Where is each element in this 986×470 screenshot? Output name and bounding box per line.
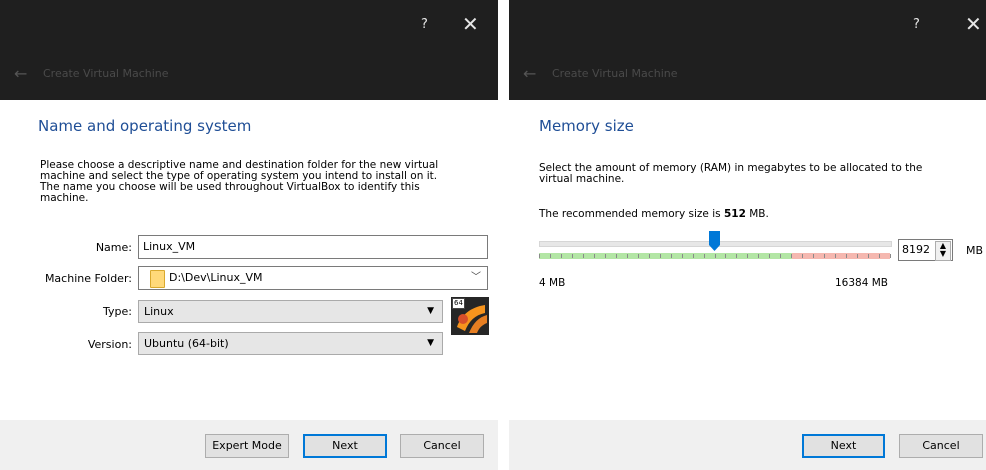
slider-tick — [824, 254, 826, 258]
slider-tick — [593, 254, 595, 258]
folder-icon — [150, 270, 165, 288]
slider-tick — [549, 254, 551, 258]
description-line: machine. — [40, 192, 89, 204]
slider-handle[interactable] — [708, 231, 720, 251]
back-arrow-icon[interactable]: ← — [523, 64, 536, 83]
slider-tick — [615, 254, 617, 258]
create-vm-dialog-name-os: ? ✕ ← Create Virtual Machine Name and op… — [0, 0, 498, 470]
close-button[interactable]: ✕ — [462, 12, 479, 36]
slider-tick — [582, 254, 584, 258]
expert-mode-button[interactable]: Expert Mode — [205, 434, 289, 458]
dropdown-arrow-icon: ▼ — [427, 306, 434, 316]
machine-folder-value: D:\Dev\Linux_VM — [169, 271, 263, 284]
description-text: Select the amount of memory (RAM) in meg… — [539, 163, 922, 185]
name-input[interactable]: Linux_VM — [138, 235, 488, 259]
name-label: Name: — [95, 241, 132, 254]
slider-tick — [626, 254, 628, 258]
slider-tick — [692, 254, 694, 258]
cancel-button[interactable]: Cancel — [899, 434, 983, 458]
ubuntu-os-icon: 64 — [451, 297, 489, 335]
type-select[interactable]: Linux ▼ — [138, 300, 443, 323]
slider-tick — [725, 254, 727, 258]
slider-tick — [659, 254, 661, 258]
memory-size-value: 8192 — [902, 243, 930, 256]
slider-tick — [791, 254, 793, 258]
slider-tick — [769, 254, 771, 258]
slider-ticks — [539, 253, 891, 259]
page-heading: Name and operating system — [38, 117, 252, 135]
slider-tick — [736, 254, 738, 258]
slider-tick — [890, 254, 891, 258]
slider-tick — [868, 254, 870, 258]
description-line: virtual machine. — [539, 173, 625, 185]
description-line: The name you choose will be used through… — [40, 181, 420, 193]
slider-tick — [835, 254, 837, 258]
slider-tick — [703, 254, 705, 258]
slider-tick — [802, 254, 804, 258]
title-bar: ? ✕ ← Create Virtual Machine — [0, 0, 498, 100]
slider-tick — [846, 254, 848, 258]
slider-thumb-icon — [708, 231, 720, 251]
slider-tick — [560, 254, 562, 258]
help-button[interactable]: ? — [913, 17, 920, 32]
version-value: Ubuntu (64-bit) — [144, 337, 229, 350]
slider-tick — [670, 254, 672, 258]
back-arrow-icon[interactable]: ← — [14, 64, 27, 83]
slider-tick — [604, 254, 606, 258]
recommended-suffix: MB. — [745, 208, 769, 220]
type-label: Type: — [103, 305, 132, 318]
slider-tick — [571, 254, 573, 258]
machine-folder-combo[interactable]: D:\Dev\Linux_VM ﹀ — [138, 266, 488, 290]
slider-tick — [813, 254, 815, 258]
version-select[interactable]: Ubuntu (64-bit) ▼ — [138, 332, 443, 355]
help-button[interactable]: ? — [421, 17, 428, 32]
memory-unit-label: MB — [966, 244, 984, 257]
slider-min-label: 4 MB — [539, 277, 566, 289]
64-bit-badge: 64 — [452, 298, 465, 309]
slider-tick — [681, 254, 683, 258]
window-title: Create Virtual Machine — [552, 67, 678, 80]
slider-tick — [857, 254, 859, 258]
machine-folder-label: Machine Folder: — [44, 272, 132, 285]
slider-tick — [879, 254, 881, 258]
window-title: Create Virtual Machine — [43, 67, 169, 80]
slider-max-label: 16384 MB — [835, 277, 889, 289]
spin-down-icon[interactable]: ▼ — [936, 250, 950, 258]
memory-size-input[interactable]: 8192 ▲ ▼ — [898, 239, 953, 261]
page-heading: Memory size — [539, 117, 634, 135]
chevron-down-icon: ﹀ — [471, 272, 481, 283]
create-vm-dialog-memory: ? ✕ ← Create Virtual Machine Memory size… — [509, 0, 986, 470]
description-text: Please choose a descriptive name and des… — [40, 160, 438, 204]
memory-spin-buttons[interactable]: ▲ ▼ — [935, 241, 951, 261]
recommended-prefix: The recommended memory size is — [539, 208, 724, 220]
close-button[interactable]: ✕ — [965, 12, 982, 36]
slider-tick — [714, 254, 716, 258]
recommended-value: 512 — [723, 208, 746, 220]
slider-tick — [648, 254, 650, 258]
recommended-memory-text: The recommended memory size is 512 MB. — [539, 209, 769, 220]
title-bar: ? ✕ ← Create Virtual Machine — [509, 0, 986, 100]
slider-tick — [758, 254, 760, 258]
memory-slider[interactable] — [539, 231, 892, 265]
version-label: Version: — [87, 338, 132, 351]
slider-tick — [747, 254, 749, 258]
slider-tick — [637, 254, 639, 258]
slider-tick — [780, 254, 782, 258]
slider-tick — [539, 254, 540, 258]
type-value: Linux — [144, 305, 174, 318]
next-button[interactable]: Next — [303, 434, 387, 458]
cancel-button[interactable]: Cancel — [400, 434, 484, 458]
next-button[interactable]: Next — [802, 434, 885, 458]
dropdown-arrow-icon: ▼ — [427, 338, 434, 348]
